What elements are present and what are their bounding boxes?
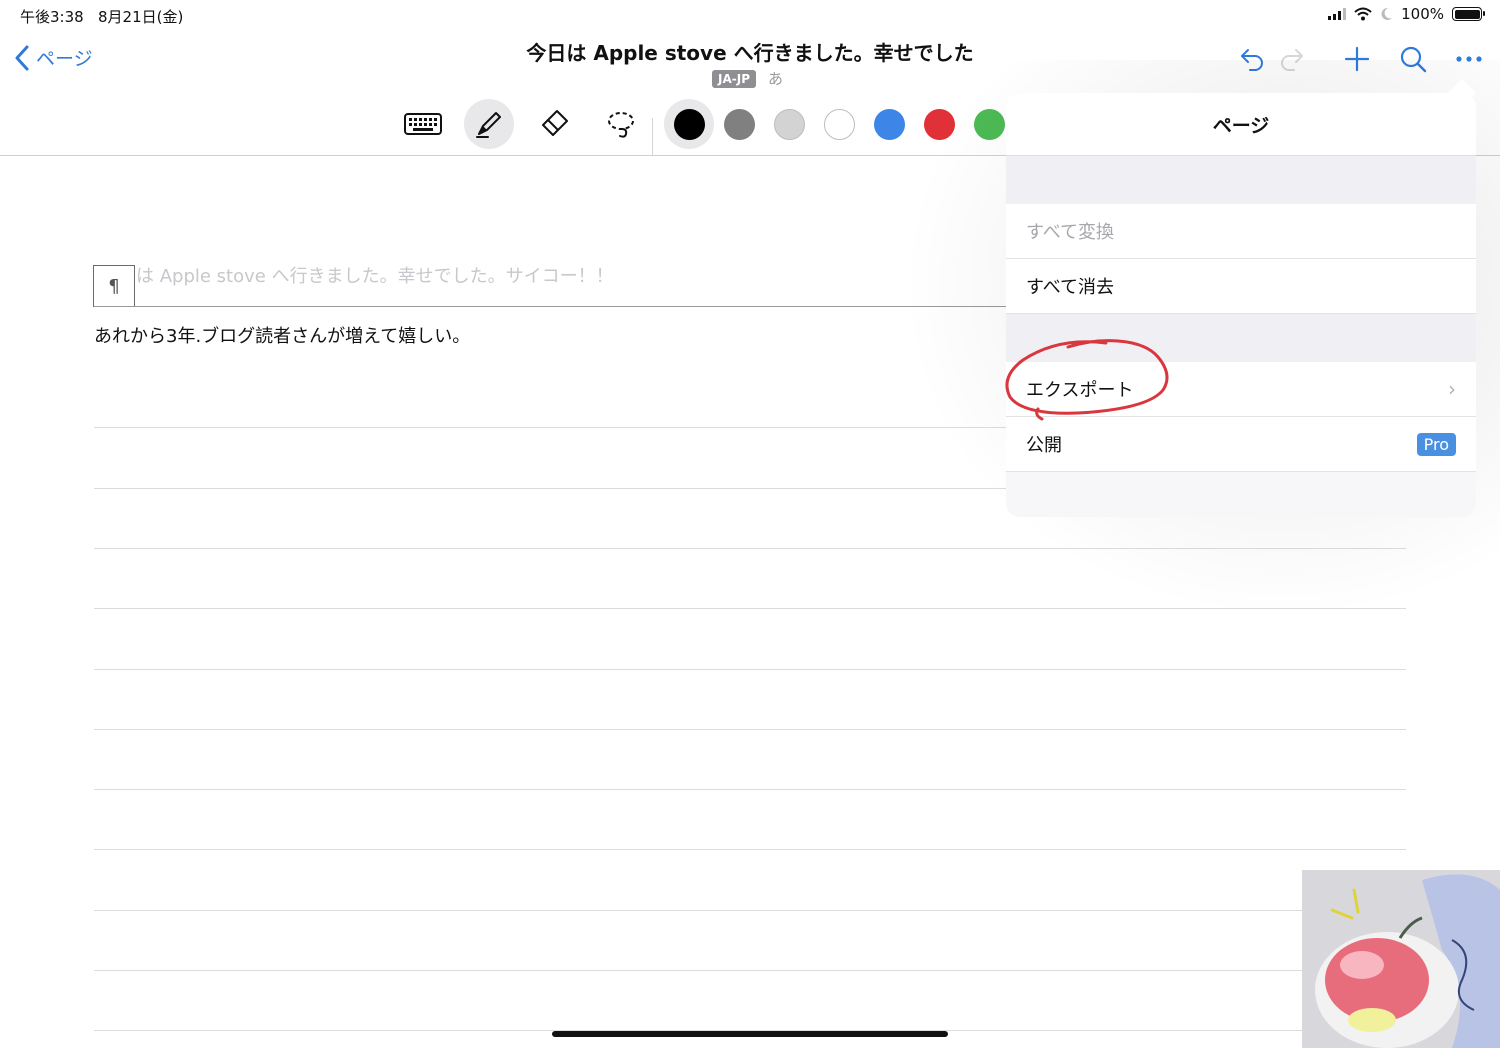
- menu-item-label: すべて変換: [1026, 222, 1115, 243]
- ruled-line: [94, 669, 1406, 670]
- ruled-line: [94, 789, 1406, 790]
- status-time-date: 午後3:38 8月21日(金): [20, 6, 183, 27]
- menu-item-label: すべて消去: [1026, 277, 1115, 298]
- pro-badge: Pro: [1416, 432, 1456, 456]
- popover-title: ページ: [1006, 93, 1476, 156]
- ruled-line: [94, 729, 1406, 730]
- status-date: 8月21日(金): [98, 8, 184, 26]
- lasso-icon[interactable]: [596, 99, 646, 149]
- chevron-left-icon: [15, 45, 29, 70]
- menu-item-convert-all[interactable]: すべて変換: [1006, 204, 1476, 259]
- menu-group-gap: [1006, 314, 1476, 362]
- status-bar: 午後3:38 8月21日(金) 100%: [0, 0, 1500, 30]
- apple-sticker-image: [1302, 870, 1500, 1048]
- top-action-icons: [1216, 44, 1484, 74]
- page-title: 今日は Apple stove へ行きました。幸せでした: [526, 41, 974, 65]
- cellular-signal-icon: [1328, 8, 1347, 20]
- menu-item-clear-all[interactable]: すべて消去: [1006, 259, 1476, 314]
- back-button[interactable]: ページ: [14, 44, 93, 71]
- color-swatch-red[interactable]: [914, 99, 964, 149]
- menu-item-label: エクスポート: [1026, 380, 1134, 401]
- redo-icon[interactable]: [1276, 44, 1306, 74]
- menu-item-publish[interactable]: 公開 Pro: [1006, 417, 1476, 472]
- language-badge: JA-JP: [712, 69, 756, 88]
- color-swatch-lightgray[interactable]: [764, 99, 814, 149]
- home-indicator[interactable]: [552, 1031, 948, 1037]
- previous-line-text: は Apple stove へ行きました。幸せでした。サイコー！！: [136, 266, 614, 287]
- language-indicator: JA-JP あ: [712, 68, 783, 89]
- ruled-line: [94, 910, 1406, 911]
- color-swatch-gray[interactable]: [714, 99, 764, 149]
- menu-group-gap: [1006, 156, 1476, 204]
- page-menu-popover: ページ すべて変換 すべて消去 エクスポート › 公開 Pro: [1006, 93, 1476, 517]
- chevron-right-icon: ›: [1448, 377, 1456, 401]
- toolbar-divider: [652, 118, 653, 155]
- input-mode-label: あ: [768, 70, 784, 88]
- keyboard-icon[interactable]: [398, 99, 448, 149]
- battery-icon: [1452, 7, 1485, 21]
- add-icon[interactable]: [1342, 44, 1372, 74]
- undo-icon[interactable]: [1238, 44, 1268, 74]
- menu-item-export[interactable]: エクスポート ›: [1006, 362, 1476, 417]
- popover-footer: [1006, 472, 1476, 517]
- status-time: 午後3:38: [20, 8, 84, 26]
- ruled-line: [94, 608, 1406, 609]
- color-swatch-white[interactable]: [814, 99, 864, 149]
- ruled-line: [94, 970, 1406, 971]
- paragraph-mark-icon[interactable]: ¶: [93, 265, 135, 307]
- pen-icon[interactable]: [464, 99, 514, 149]
- body-text[interactable]: あれから3年.ブログ読者さんが増えて嬉しい。: [94, 322, 470, 348]
- color-swatches: [664, 99, 1014, 149]
- color-swatch-black[interactable]: [664, 99, 714, 149]
- paragraph-separator: [94, 306, 1006, 307]
- moon-icon: [1381, 7, 1393, 20]
- back-button-label: ページ: [36, 48, 93, 70]
- status-indicators: 100%: [1328, 5, 1485, 23]
- color-swatch-blue[interactable]: [864, 99, 914, 149]
- wifi-icon: [1354, 7, 1372, 21]
- eraser-icon[interactable]: [530, 99, 580, 149]
- ruled-line: [94, 849, 1406, 850]
- more-icon[interactable]: [1454, 44, 1484, 74]
- menu-item-label: 公開: [1026, 435, 1062, 456]
- search-icon[interactable]: [1398, 44, 1428, 74]
- drawing-toolbar: [398, 99, 662, 149]
- battery-percent: 100%: [1401, 5, 1444, 23]
- ruled-line: [94, 548, 1406, 549]
